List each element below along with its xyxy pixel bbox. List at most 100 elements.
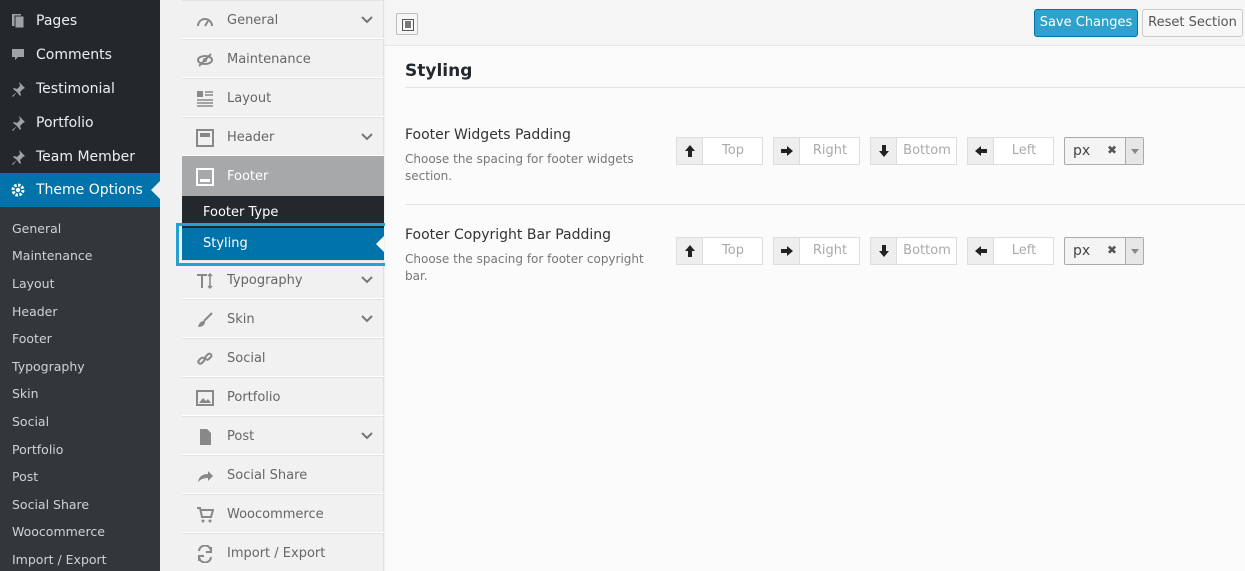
chevron-down-icon xyxy=(361,276,373,284)
options-item-layout[interactable]: Layout xyxy=(182,78,384,117)
arrow-right-icon xyxy=(774,238,800,264)
menu-item-label: Team Member xyxy=(36,149,136,165)
submenu-item-post[interactable]: Post xyxy=(12,469,38,485)
submenu-item-portfolio[interactable]: Portfolio xyxy=(12,442,63,458)
menu-item-portfolio[interactable]: Portfolio xyxy=(0,106,160,140)
input-placeholder: Right xyxy=(812,243,848,258)
input-placeholder: Bottom xyxy=(903,243,951,258)
unit-select[interactable]: px ✖ xyxy=(1064,237,1144,265)
dropdown-arrow-icon[interactable] xyxy=(1125,138,1143,164)
clear-icon[interactable]: ✖ xyxy=(1107,243,1117,257)
pin-icon xyxy=(12,82,25,97)
padding-bottom-input[interactable]: Bottom xyxy=(870,237,957,265)
options-item-woocommerce[interactable]: Woocommerce xyxy=(182,494,384,533)
chevron-down-icon xyxy=(361,432,373,440)
footer-icon xyxy=(196,168,214,186)
options-item-post[interactable]: Post xyxy=(182,416,384,455)
input-placeholder: Bottom xyxy=(903,143,951,158)
options-item-footer[interactable]: Footer xyxy=(182,156,384,196)
options-item-portfolio[interactable]: Portfolio xyxy=(182,377,384,416)
options-toolbar: Save Changes Reset Section xyxy=(385,0,1245,46)
options-item-label: Portfolio xyxy=(227,390,281,405)
pages-icon xyxy=(12,14,25,29)
submenu-item-layout[interactable]: Layout xyxy=(12,276,55,292)
padding-top-input[interactable]: Top xyxy=(676,237,763,265)
submenu-item-import-export[interactable]: Import / Export xyxy=(12,552,107,568)
options-item-import-export[interactable]: Import / Export xyxy=(182,533,384,571)
options-item-skin[interactable]: Skin xyxy=(182,299,384,338)
padding-bottom-input[interactable]: Bottom xyxy=(870,137,957,165)
input-placeholder: Left xyxy=(1011,243,1037,258)
input-placeholder: Top xyxy=(722,243,744,258)
menu-item-label: Portfolio xyxy=(36,115,94,131)
selection-highlight xyxy=(176,223,393,266)
submenu-item-maintenance[interactable]: Maintenance xyxy=(12,248,93,264)
field-description: Choose the spacing for footer copyright … xyxy=(405,252,644,283)
menu-item-pages[interactable]: Pages xyxy=(0,4,160,38)
options-item-social-share[interactable]: Social Share xyxy=(182,455,384,494)
options-item-maintenance[interactable]: Maintenance xyxy=(182,39,384,78)
typography-icon xyxy=(197,272,213,290)
options-item-label: Layout xyxy=(227,91,272,106)
unit-select[interactable]: px ✖ xyxy=(1064,137,1144,165)
arrow-left-icon xyxy=(968,138,994,164)
submenu-item-woocommerce[interactable]: Woocommerce xyxy=(12,524,105,540)
options-item-general[interactable]: General xyxy=(182,0,384,39)
divider xyxy=(405,87,1245,88)
menu-item-label: Testimonial xyxy=(36,81,115,97)
theme-options-submenu: General Maintenance Layout Header Footer… xyxy=(0,207,160,571)
field-title: Footer Widgets Padding xyxy=(405,127,571,143)
dashboard-icon xyxy=(197,18,213,27)
save-changes-button[interactable]: Save Changes xyxy=(1034,9,1138,37)
options-item-label: Social Share xyxy=(227,468,308,483)
hidden-eye-icon xyxy=(197,53,213,67)
padding-right-input[interactable]: Right xyxy=(773,137,860,165)
chevron-down-icon xyxy=(361,315,373,323)
submenu-item-header[interactable]: Header xyxy=(12,304,58,320)
padding-top-input[interactable]: Top xyxy=(676,137,763,165)
options-item-label: Typography xyxy=(227,273,303,288)
document-icon xyxy=(200,429,211,445)
field-title: Footer Copyright Bar Padding xyxy=(405,227,612,243)
submenu-item-footer[interactable]: Footer xyxy=(12,331,52,347)
menu-item-label: Pages xyxy=(36,13,78,29)
input-placeholder: Top xyxy=(722,143,744,158)
admin-sidebar: Pages Comments Testimonial Portfolio Tea… xyxy=(0,0,160,571)
dropdown-arrow-icon[interactable] xyxy=(1125,238,1143,264)
pin-icon xyxy=(12,150,25,165)
submenu-item-general[interactable]: General xyxy=(12,221,61,237)
input-placeholder: Right xyxy=(812,143,848,158)
options-item-label: Import / Export xyxy=(227,546,326,561)
padding-right-input[interactable]: Right xyxy=(773,237,860,265)
menu-item-team-member[interactable]: Team Member xyxy=(0,140,160,174)
padding-left-input[interactable]: Left xyxy=(967,137,1054,165)
options-item-label: Woocommerce xyxy=(227,507,324,522)
options-item-header[interactable]: Header xyxy=(182,117,384,156)
clear-icon[interactable]: ✖ xyxy=(1107,143,1117,157)
submenu-item-social[interactable]: Social xyxy=(12,414,49,430)
submenu-item-social-share[interactable]: Social Share xyxy=(12,497,89,513)
options-subitem-label: Footer Type xyxy=(203,205,279,220)
options-item-social[interactable]: Social xyxy=(182,338,384,377)
chevron-down-icon xyxy=(361,133,373,141)
refresh-icon xyxy=(198,545,212,563)
padding-left-input[interactable]: Left xyxy=(967,237,1054,265)
options-item-label: Footer xyxy=(227,169,269,184)
arrow-down-icon xyxy=(871,138,897,164)
menu-item-theme-options[interactable]: Theme Options xyxy=(0,173,160,207)
arrow-up-icon xyxy=(677,138,703,164)
divider xyxy=(405,204,1245,205)
reset-section-button[interactable]: Reset Section xyxy=(1142,9,1243,37)
arrow-right-icon xyxy=(774,138,800,164)
menu-item-testimonial[interactable]: Testimonial xyxy=(0,72,160,106)
menu-item-label: Theme Options xyxy=(36,182,143,198)
expand-options-button[interactable] xyxy=(396,13,418,35)
input-placeholder: Left xyxy=(1011,143,1037,158)
submenu-item-typography[interactable]: Typography xyxy=(12,359,85,375)
options-item-label: Skin xyxy=(227,312,255,327)
menu-item-comments[interactable]: Comments xyxy=(0,38,160,72)
chevron-down-icon xyxy=(361,16,373,24)
submenu-item-skin[interactable]: Skin xyxy=(12,386,39,402)
main-content: Save Changes Reset Section Styling Foote… xyxy=(385,0,1245,571)
header-icon xyxy=(196,129,214,147)
